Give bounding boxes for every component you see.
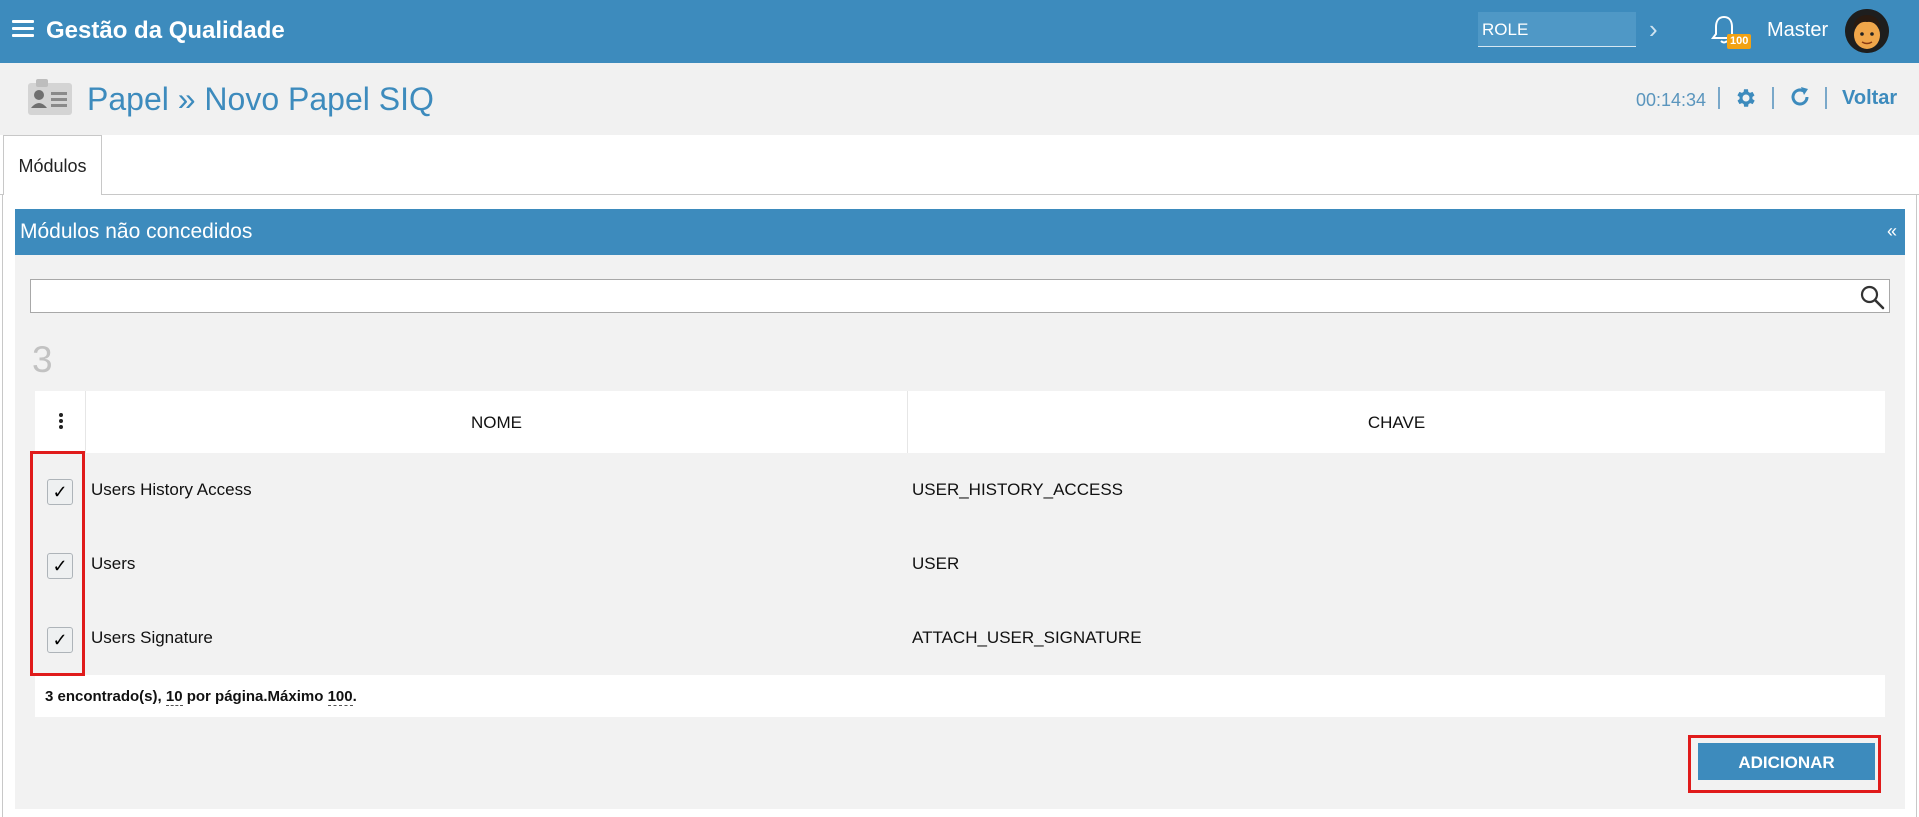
chevron-right-icon[interactable]: › [1649,14,1658,45]
app-title: Gestão da Qualidade [46,17,285,44]
highlight-box-checkboxes [30,451,85,676]
max-selector[interactable]: 100 [327,688,353,706]
cell-nome: Users [91,554,136,573]
per-page-selector[interactable]: 10 [165,688,183,706]
page-title: Papel » Novo Papel SIQ [87,81,434,117]
column-header-nome[interactable]: NOME [86,391,908,453]
modules-table: NOME CHAVE ✓ Users History Access USER_H… [35,391,1885,717]
column-menu-icon[interactable] [35,391,86,453]
column-header-chave[interactable]: CHAVE [908,391,1885,453]
divider [1772,87,1774,109]
panel-header: Módulos não concedidos « [15,209,1905,255]
table-row[interactable]: ✓ Users History Access USER_HISTORY_ACCE… [35,453,1885,527]
search-icon[interactable] [1859,284,1885,310]
notification-badge: 100 [1727,34,1752,49]
result-count: 3 [32,339,53,380]
cell-chave: USER [912,554,960,573]
found-count-text: 3 encontrado(s), [45,688,166,705]
avatar[interactable] [1845,9,1889,53]
divider [1718,87,1720,109]
refresh-icon[interactable] [1788,85,1812,109]
search-field [30,279,1890,313]
cell-nome: Users Signature [91,628,213,647]
id-card-icon [28,79,72,115]
cell-nome: Users History Access [91,480,252,499]
pager-end: . [352,688,357,705]
per-page-text: por página.Máximo [182,688,328,705]
cell-chave: ATTACH_USER_SIGNATURE [912,628,1142,647]
role-selector[interactable]: ROLE [1478,12,1636,47]
table-row[interactable]: ✓ Users Signature ATTACH_USER_SIGNATURE [35,601,1885,675]
pagination-info: 3 encontrado(s), 10 por página.Máximo 10… [35,675,1885,717]
session-timer: 00:14:34 [1636,90,1707,110]
top-bar: Gestão da Qualidade ROLE › 100 Master [0,0,1919,63]
panel-title: Módulos não concedidos [20,220,253,243]
divider [1825,87,1827,109]
collapse-icon[interactable]: « [1887,221,1897,242]
modules-panel: Módulos não concedidos « 3 NOME CHAVE ✓ … [15,209,1905,809]
search-input[interactable] [31,280,1889,312]
highlight-box-add-button [1688,735,1881,793]
back-link[interactable]: Voltar [1842,87,1897,110]
table-row[interactable]: ✓ Users USER [35,527,1885,601]
gear-icon[interactable] [1734,86,1758,110]
tab-modulos[interactable]: Módulos [3,135,102,196]
hamburger-menu-icon[interactable] [12,20,34,38]
tab-bar: Módulos [0,135,1919,196]
page-header: Papel » Novo Papel SIQ 00:14:34 Voltar [0,63,1919,135]
user-name[interactable]: Master [1767,19,1828,42]
table-header: NOME CHAVE [35,391,1885,453]
cell-chave: USER_HISTORY_ACCESS [912,480,1123,499]
